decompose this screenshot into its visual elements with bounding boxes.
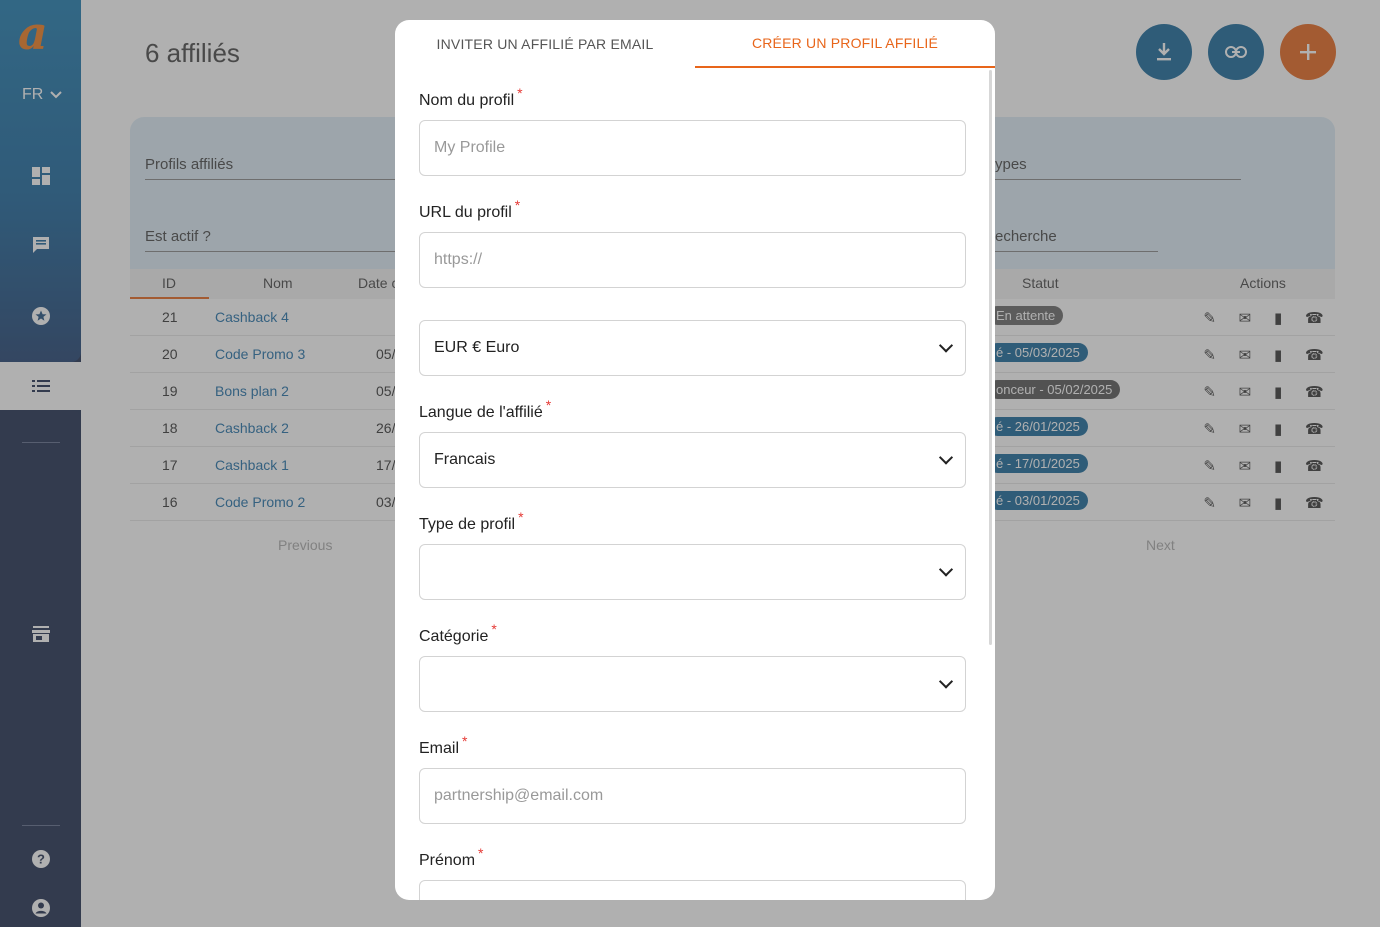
email-label: Email *: [419, 733, 467, 758]
required-marker: *: [545, 397, 552, 413]
tab-create-profile[interactable]: CRÉER UN PROFIL AFFILIÉ: [695, 20, 995, 68]
currency-select[interactable]: EUR € Euro: [419, 320, 966, 376]
profile-name-label-text: Nom du profil: [419, 92, 515, 109]
email-placeholder: partnership@email.com: [434, 787, 604, 804]
profile-name-input[interactable]: My Profile: [419, 120, 966, 176]
required-marker: *: [462, 733, 468, 749]
category-select[interactable]: [419, 656, 966, 712]
required-marker: *: [517, 85, 523, 101]
profile-url-placeholder: https://: [434, 251, 483, 268]
currency-value: EUR € Euro: [434, 339, 520, 356]
language-label: Langue de l'affilié *: [419, 397, 551, 422]
profile-type-label: Type de profil *: [419, 509, 524, 534]
chevron-down-icon: [938, 338, 954, 353]
chevron-down-icon: [938, 562, 954, 577]
chevron-down-icon: [938, 674, 954, 689]
email-input[interactable]: partnership@email.com: [419, 768, 966, 824]
profile-type-select[interactable]: [419, 544, 966, 600]
profile-url-input[interactable]: https://: [419, 232, 966, 288]
profile-type-label-text: Type de profil: [419, 516, 516, 533]
profile-name-label: Nom du profil *: [419, 85, 523, 110]
required-marker: *: [518, 509, 524, 525]
required-marker: *: [478, 845, 484, 861]
firstname-label-text: Prénom: [419, 852, 476, 869]
language-value: Francais: [434, 451, 496, 468]
profile-name-placeholder: My Profile: [434, 139, 506, 156]
required-marker: *: [491, 621, 497, 637]
firstname-input[interactable]: [419, 880, 966, 900]
category-label-text: Catégorie: [419, 628, 489, 645]
language-select[interactable]: Francais: [419, 432, 966, 488]
language-label-text: Langue de l'affilié: [419, 404, 543, 421]
profile-url-label-text: URL du profil: [419, 204, 512, 221]
category-label: Catégorie *: [419, 621, 497, 646]
profile-url-label: URL du profil *: [419, 197, 520, 222]
required-marker: *: [514, 197, 521, 213]
tab-invite-by-email[interactable]: INVITER UN AFFILIÉ PAR EMAIL: [395, 20, 695, 68]
firstname-label: Prénom *: [419, 845, 483, 870]
dialog-tabs: INVITER UN AFFILIÉ PAR EMAIL CRÉER UN PR…: [395, 20, 995, 68]
dialog-scrollbar[interactable]: [989, 70, 992, 645]
create-affiliate-dialog: INVITER UN AFFILIÉ PAR EMAIL CRÉER UN PR…: [395, 20, 995, 900]
chevron-down-icon: [938, 450, 954, 465]
email-label-text: Email: [419, 740, 460, 757]
